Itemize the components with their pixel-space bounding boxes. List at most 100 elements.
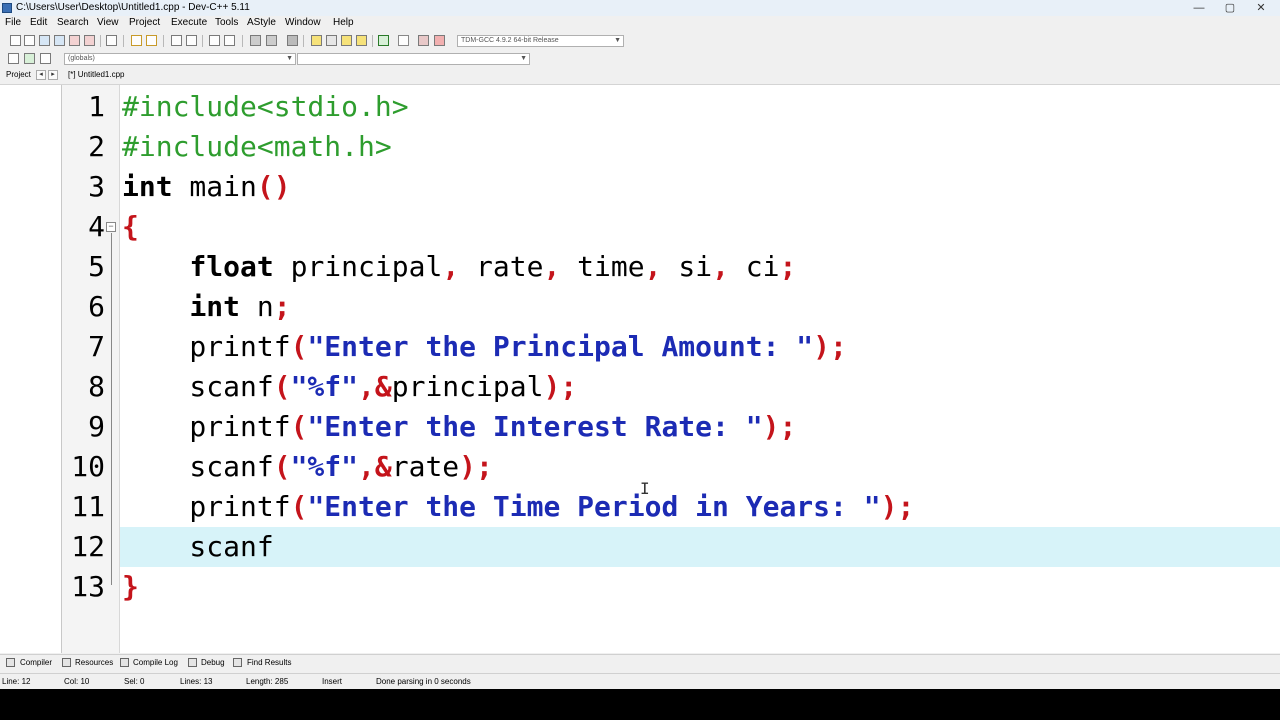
minimize-button[interactable]: — (1184, 0, 1214, 16)
undo-icon[interactable] (131, 35, 142, 46)
code-line[interactable]: 7 printf("Enter the Principal Amount: ")… (62, 327, 1280, 367)
code-text: int n; (122, 287, 290, 327)
print-icon[interactable] (106, 35, 117, 46)
status-message: Done parsing in 0 seconds (376, 677, 471, 686)
redo-icon[interactable] (146, 35, 157, 46)
close-button[interactable]: ✕ (1246, 0, 1276, 16)
save-all-icon[interactable] (54, 35, 65, 46)
menu-help[interactable]: Help (333, 17, 354, 28)
code-line[interactable]: 5 float principal, rate, time, si, ci; (62, 247, 1280, 287)
project-panel[interactable] (0, 85, 62, 653)
unindent-icon[interactable] (224, 35, 235, 46)
class-toolbar: (globals) ▼ ▼ (0, 51, 1280, 67)
toolbar-separator (100, 35, 101, 47)
tab-resources[interactable]: Resources (75, 658, 113, 667)
code-token: #include<stdio.h> (122, 90, 409, 123)
tabs-row: Project ◂ ▸ [*] Untitled1.cpp (0, 67, 1280, 85)
goto-forward-icon[interactable] (266, 35, 277, 46)
chevron-down-icon: ▼ (520, 55, 527, 62)
menu-tools[interactable]: Tools (215, 17, 238, 28)
goto-icon[interactable] (40, 53, 51, 64)
code-token: scanf (122, 530, 274, 563)
code-line[interactable]: 8 scanf("%f",&principal); (62, 367, 1280, 407)
save-icon[interactable] (39, 35, 50, 46)
line-number: 9 (88, 410, 105, 443)
resources-icon (62, 658, 71, 667)
replace-icon[interactable] (186, 35, 197, 46)
symbol-select[interactable]: ▼ (297, 53, 530, 65)
line-number: 7 (88, 330, 105, 363)
toolbar-separator (123, 35, 124, 47)
code-token: float (189, 250, 274, 283)
menu-file[interactable]: File (5, 17, 21, 28)
tab-find-results[interactable]: Find Results (247, 658, 291, 667)
code-token: ); (880, 490, 915, 523)
tab-untitled1-cpp[interactable]: [*] Untitled1.cpp (68, 70, 124, 79)
bookmark-icon[interactable] (287, 35, 298, 46)
code-line[interactable]: 13} (62, 567, 1280, 607)
menu-project[interactable]: Project (129, 17, 160, 28)
menu-view[interactable]: View (97, 17, 119, 28)
syntax-check-icon[interactable] (378, 35, 389, 46)
open-file-icon[interactable] (24, 35, 35, 46)
run-icon[interactable] (326, 35, 337, 46)
code-text: #include<math.h> (122, 127, 392, 167)
indent-icon[interactable] (209, 35, 220, 46)
goto-back-icon[interactable] (250, 35, 261, 46)
insert-icon[interactable] (8, 53, 19, 64)
code-text: scanf (122, 527, 274, 567)
tab-compile-log[interactable]: Compile Log (133, 658, 178, 667)
maximize-button[interactable]: ▢ (1215, 0, 1245, 16)
menu-execute[interactable]: Execute (171, 17, 207, 28)
find-icon[interactable] (171, 35, 182, 46)
code-line[interactable]: 10 scanf("%f",&rate); (62, 447, 1280, 487)
code-token: ( (273, 370, 291, 403)
code-line[interactable]: 12 scanf (62, 527, 1280, 567)
code-token: principal (391, 370, 544, 403)
code-token: int (122, 170, 173, 203)
code-line[interactable]: 3 int main() (62, 167, 1280, 207)
code-token: "%f" (290, 370, 359, 403)
compile-icon[interactable] (311, 35, 322, 46)
code-line[interactable]: 11 printf("Enter the Time Period in Year… (62, 487, 1280, 527)
debug-icon[interactable] (434, 35, 445, 46)
code-text: scanf("%f",&principal); (122, 367, 577, 407)
code-line[interactable]: 9 printf("Enter the Interest Rate: "); (62, 407, 1280, 447)
code-editor[interactable]: 1 #include<stdio.h> 2 #include<math.h> 3 int … (62, 85, 1280, 653)
compiler-select[interactable]: TDM-GCC 4.9.2 64-bit Release ▼ (457, 35, 624, 47)
tab-prev-button[interactable]: ◂ (36, 70, 46, 80)
tab-compiler[interactable]: Compiler (20, 658, 52, 667)
fold-collapse-icon[interactable]: − (106, 222, 116, 232)
new-file-icon[interactable] (10, 35, 21, 46)
code-token: "Enter the Interest Rate: " (307, 410, 763, 443)
scope-select[interactable]: (globals) ▼ (64, 53, 296, 65)
code-token: ci (728, 250, 780, 283)
code-line[interactable]: 6 int n; (62, 287, 1280, 327)
stop-icon[interactable] (398, 35, 409, 46)
code-line[interactable]: 2 #include<math.h> (62, 127, 1280, 167)
code-line[interactable]: 1 #include<stdio.h> (62, 87, 1280, 127)
status-lines: Lines: 13 (180, 677, 213, 686)
menu-edit[interactable]: Edit (30, 17, 47, 28)
menu-astyle[interactable]: AStyle (247, 17, 276, 28)
code-token: () (256, 170, 291, 203)
menu-search[interactable]: Search (57, 17, 89, 28)
code-token: ,& (358, 450, 392, 483)
rebuild-icon[interactable] (356, 35, 367, 46)
code-token: ( (273, 450, 291, 483)
status-length: Length: 285 (246, 677, 289, 686)
code-line[interactable]: 4{ (62, 207, 1280, 247)
tab-project[interactable]: Project (6, 70, 31, 79)
tab-debug[interactable]: Debug (201, 658, 225, 667)
compile-run-icon[interactable] (341, 35, 352, 46)
toggle-icon[interactable] (24, 53, 35, 64)
close-file-icon[interactable] (69, 35, 80, 46)
toolbar-separator (202, 35, 203, 47)
profile-icon[interactable] (418, 35, 429, 46)
code-token: printf (122, 490, 291, 523)
close-all-icon[interactable] (84, 35, 95, 46)
code-token: time (560, 250, 645, 283)
tab-next-button[interactable]: ▸ (48, 70, 58, 80)
menu-window[interactable]: Window (285, 17, 321, 28)
